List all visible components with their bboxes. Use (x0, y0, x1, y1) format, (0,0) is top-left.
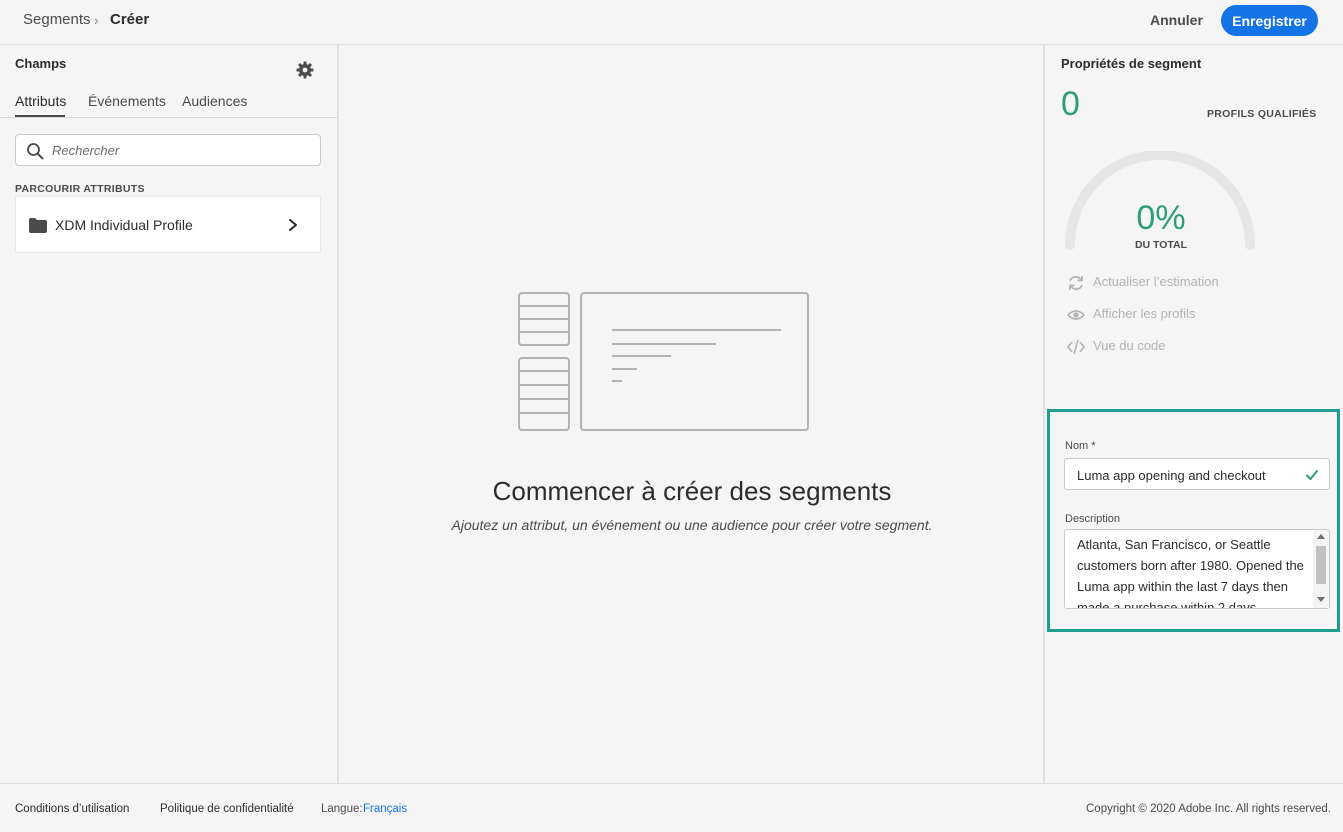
privacy-link[interactable]: Politique de confidentialité (160, 803, 294, 815)
cancel-button[interactable]: Annuler (1140, 9, 1213, 31)
terms-link[interactable]: Conditions d’utilisation (15, 803, 129, 815)
checkmark-icon (1306, 470, 1318, 480)
top-bar: Segments › Créer Annuler Enregistrer (0, 0, 1343, 45)
empty-state-subtitle: Ajoutez un attribut, un événement ou une… (451, 517, 933, 533)
breadcrumb-segments[interactable]: Segments (23, 11, 91, 28)
breadcrumb-current: Créer (110, 11, 150, 28)
breadcrumb-separator: › (94, 12, 99, 28)
segment-canvas: Commencer à créer des segments Ajoutez u… (341, 45, 1043, 783)
view-profiles-label: Afficher les profils (1093, 306, 1196, 321)
name-input[interactable] (1077, 465, 1297, 485)
name-label: Nom * (1065, 440, 1096, 452)
description-text: Atlanta, San Francisco, or Seattle custo… (1077, 537, 1304, 609)
qualified-profiles-label: PROFILS QUALIFIÉS (1207, 108, 1317, 120)
description-textarea[interactable]: Atlanta, San Francisco, or Seattle custo… (1064, 529, 1330, 609)
gear-icon[interactable] (295, 60, 315, 80)
active-tab-indicator (15, 115, 65, 117)
percent-of-total-label: DU TOTAL (1134, 239, 1188, 251)
description-scrollbar[interactable] (1313, 530, 1329, 608)
fields-panel: Champs Attributs Événements Audiences PA… (0, 45, 339, 783)
tab-audiences[interactable]: Audiences (182, 93, 247, 109)
chevron-right-icon (289, 219, 297, 231)
description-label: Description (1065, 513, 1121, 525)
scroll-thumb[interactable] (1316, 546, 1326, 584)
refresh-icon (1069, 275, 1083, 291)
copyright-text: Copyright © 2020 Adobe Inc. All rights r… (1086, 803, 1331, 815)
code-view-action[interactable]: Vue du code (1067, 337, 1287, 357)
fields-tabs: Attributs Événements Audiences (0, 85, 337, 118)
refresh-estimate-action[interactable]: Actualiser l’estimation (1067, 273, 1287, 293)
qualified-profiles-count: 0 (1061, 85, 1080, 123)
search-input[interactable] (52, 140, 312, 160)
percent-of-total: 0% (1136, 199, 1186, 237)
view-profiles-action[interactable]: Afficher les profils (1067, 305, 1287, 325)
name-field-box (1064, 458, 1330, 490)
empty-state-title: Commencer à créer des segments (492, 476, 892, 506)
tab-attributes[interactable]: Attributs (15, 93, 66, 109)
folder-icon (29, 218, 47, 233)
footer: Conditions d’utilisation Politique de co… (0, 783, 1343, 832)
language-label: Langue: (321, 803, 363, 815)
browse-attributes-label: PARCOURIR ATTRIBUTS (15, 183, 145, 195)
refresh-estimate-label: Actualiser l’estimation (1093, 274, 1219, 289)
search-box (15, 134, 321, 166)
name-description-section: Nom * Description Atlanta, San Francisco… (1047, 409, 1340, 632)
code-view-label: Vue du code (1093, 338, 1166, 353)
segment-properties-panel: Propriétés de segment 0 PROFILS QUALIFIÉ… (1043, 45, 1343, 783)
language-selector[interactable]: Français (363, 803, 407, 815)
search-icon (27, 143, 44, 160)
code-icon (1067, 339, 1085, 355)
fields-panel-title: Champs (15, 56, 67, 71)
scroll-up-arrow-icon[interactable] (1317, 534, 1325, 539)
empty-state-illustration (518, 292, 809, 431)
save-button[interactable]: Enregistrer (1221, 5, 1318, 36)
tab-events[interactable]: Événements (88, 93, 166, 109)
properties-title: Propriétés de segment (1061, 56, 1202, 71)
eye-icon (1067, 310, 1085, 320)
scroll-down-arrow-icon[interactable] (1317, 597, 1325, 602)
list-item-label: XDM Individual Profile (55, 217, 193, 233)
list-item-xdm-individual-profile[interactable]: XDM Individual Profile (15, 196, 321, 253)
